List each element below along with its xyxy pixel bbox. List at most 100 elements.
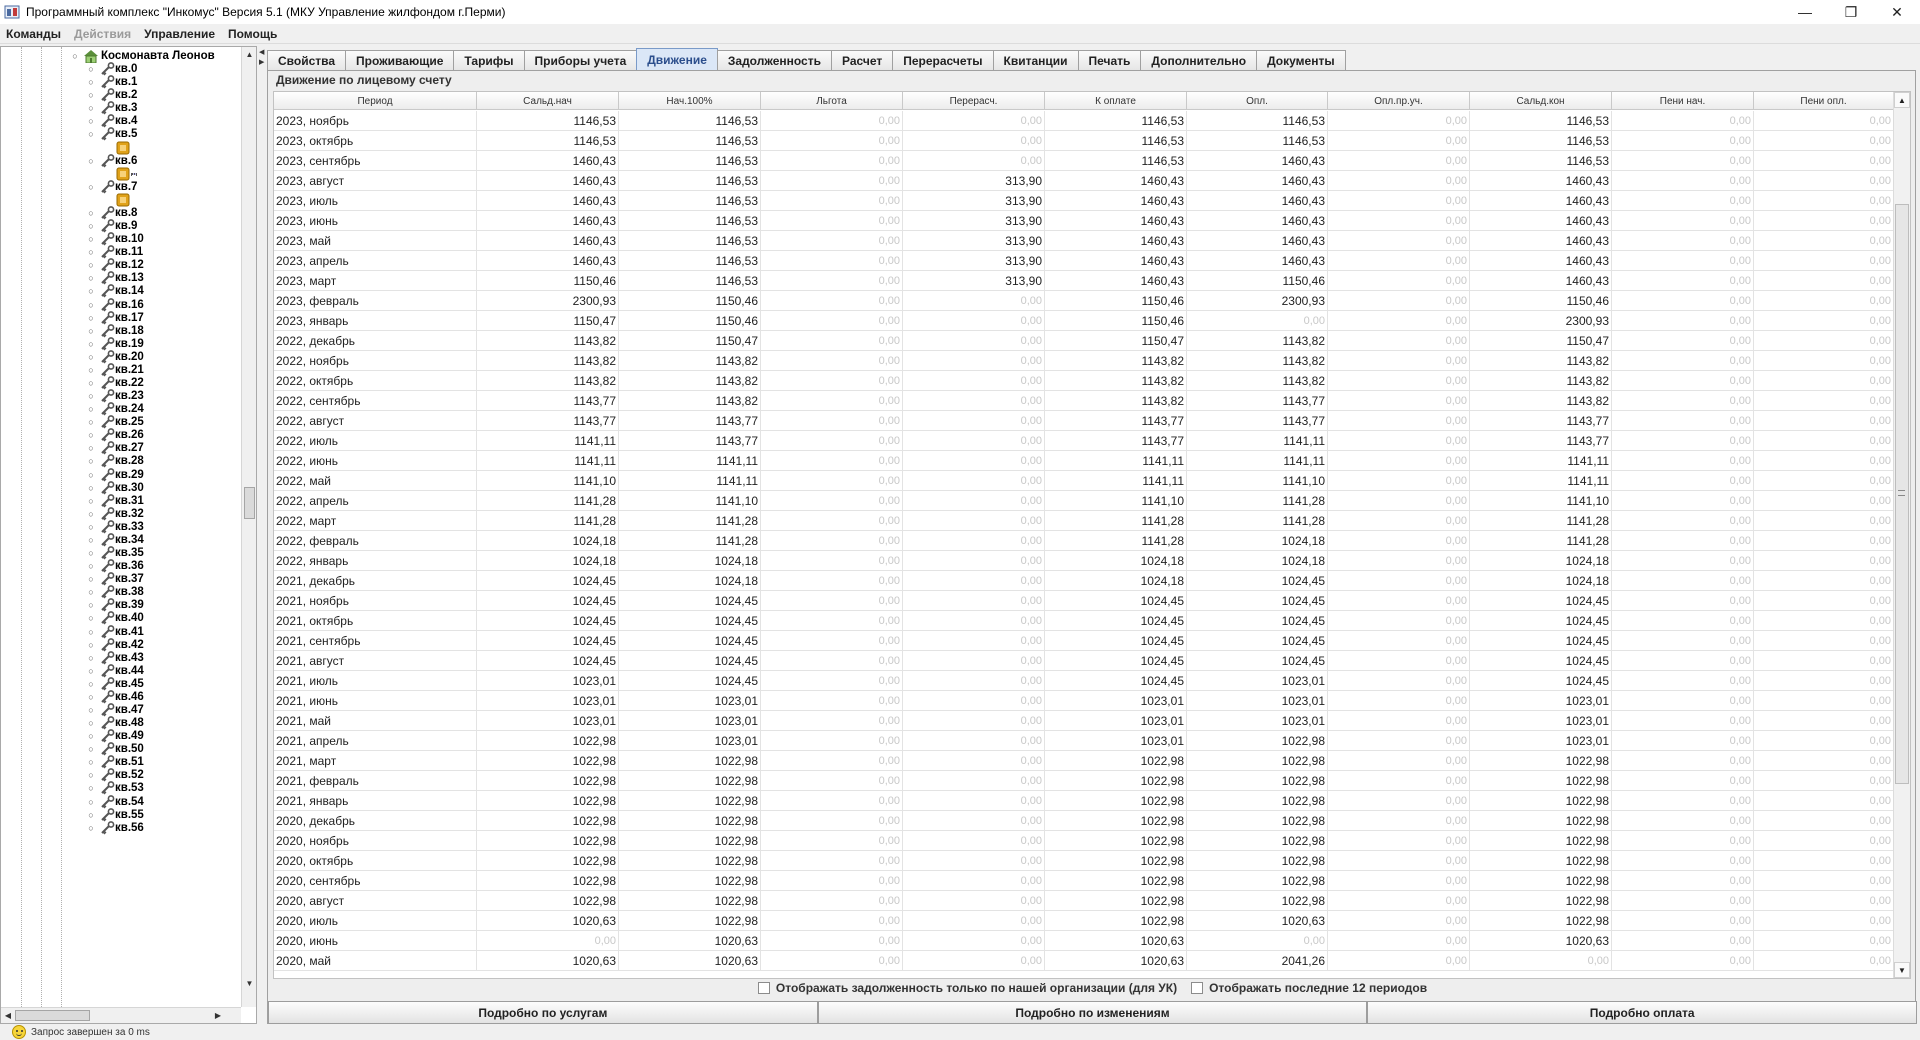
tree-item-apartment[interactable]: ○ кв.56 (1, 820, 241, 836)
table-row[interactable]: 2021, ноябрь 1024,45 1024,45 0,00 0,00 1024,4… (274, 591, 1894, 611)
scroll-thumb[interactable] (244, 487, 255, 519)
table-row[interactable]: 2022, август 1143,77 1143,77 0,00 0,00 1143,7… (274, 411, 1894, 431)
scroll-down-arrow-icon[interactable]: ▼ (1894, 962, 1910, 978)
tab-6[interactable]: Расчет (830, 50, 894, 70)
column-header[interactable]: Опл.пр.уч. (1328, 92, 1470, 110)
tab-7[interactable]: Перерасчеты (892, 50, 994, 70)
table-row[interactable]: 2022, ноябрь 1143,82 1143,82 0,00 0,00 1143,8… (274, 351, 1894, 371)
tab-2[interactable]: Тарифы (453, 50, 525, 70)
table-row[interactable]: 2022, июль 1141,11 1143,77 0,00 0,00 1143,77 1… (274, 431, 1894, 451)
scroll-right-arrow-icon[interactable]: ▶ (211, 1008, 225, 1023)
scroll-up-arrow-icon[interactable]: ▲ (242, 47, 256, 62)
tab-1[interactable]: Проживающие (345, 50, 455, 70)
table-row[interactable]: 2021, декабрь 1024,45 1024,18 0,00 0,00 1024,… (274, 571, 1894, 591)
column-header[interactable]: Сальд.кон (1470, 92, 1612, 110)
table-row[interactable]: 2021, июнь 1023,01 1023,01 0,00 0,00 1023,01 1… (274, 691, 1894, 711)
column-header[interactable]: К оплате (1045, 92, 1187, 110)
table-row[interactable]: 2020, июнь 0,00 1020,63 0,00 0,00 1020,63 0,00… (274, 931, 1894, 951)
table-row[interactable]: 2023, июнь 1460,43 1146,53 0,00 313,90 1460,4… (274, 211, 1894, 231)
tab-3[interactable]: Приборы учета (523, 50, 638, 70)
scroll-left-arrow-icon[interactable]: ◀ (1, 1008, 15, 1023)
column-header[interactable]: Пени опл. (1754, 92, 1894, 110)
scroll-thumb[interactable] (15, 1010, 90, 1021)
value-cell: 1143,77 (477, 391, 619, 411)
table-row[interactable]: 2022, июнь 1141,11 1141,11 0,00 0,00 1141,11 1… (274, 451, 1894, 471)
table-row[interactable]: 2023, ноябрь 1146,53 1146,53 0,00 0,00 1146,5… (274, 111, 1894, 131)
menu-help[interactable]: Помощь (228, 27, 284, 41)
table-row[interactable]: 2021, октябрь 1024,45 1024,45 0,00 0,00 1024,… (274, 611, 1894, 631)
tab-9[interactable]: Печать (1077, 50, 1142, 70)
table-row[interactable]: 2023, август 1460,43 1146,53 0,00 313,90 1460… (274, 171, 1894, 191)
column-header[interactable]: Пени нач. (1612, 92, 1754, 110)
close-button[interactable]: ✕ (1874, 0, 1920, 24)
table-row[interactable]: 2022, февраль 1024,18 1141,28 0,00 0,00 1141,… (274, 531, 1894, 551)
details-by-services-button[interactable]: Подробно по услугам (268, 1001, 818, 1024)
tab-4[interactable]: Движение (636, 48, 718, 70)
table-row[interactable]: 2021, май 1023,01 1023,01 0,00 0,00 1023,01 10… (274, 711, 1894, 731)
menu-management[interactable]: Управление (144, 27, 222, 41)
table-row[interactable]: 2023, октябрь 1146,53 1146,53 0,00 0,00 1146,… (274, 131, 1894, 151)
last-12-periods-checkbox[interactable]: Отображать последние 12 периодов (1191, 981, 1427, 995)
minimize-button[interactable]: — (1782, 0, 1828, 24)
table-row[interactable]: 2022, май 1141,10 1141,11 0,00 0,00 1141,11 11… (274, 471, 1894, 491)
table-row[interactable]: 2022, апрель 1141,28 1141,10 0,00 0,00 1141,1… (274, 491, 1894, 511)
tab-10[interactable]: Дополнительно (1140, 50, 1258, 70)
value-cell: 1020,63 (1045, 931, 1187, 951)
scroll-up-arrow-icon[interactable]: ▲ (1894, 92, 1910, 108)
table-row[interactable]: 2022, март 1141,28 1141,28 0,00 0,00 1141,28 1… (274, 511, 1894, 531)
own-org-debt-checkbox[interactable]: Отображать задолженность только по нашей… (757, 981, 1177, 995)
tab-11[interactable]: Документы (1256, 50, 1346, 70)
maximize-button[interactable]: ❐ (1828, 0, 1874, 24)
value-cell: 1141,11 (1470, 471, 1612, 491)
column-header[interactable]: Перерасч. (903, 92, 1045, 110)
table-row[interactable]: 2020, май 1020,63 1020,63 0,00 0,00 1020,63 20… (274, 951, 1894, 971)
table-row[interactable]: 2021, март 1022,98 1022,98 0,00 0,00 1022,98 1… (274, 751, 1894, 771)
table-vertical-scrollbar[interactable]: ▲ ▼ (1893, 92, 1910, 978)
table-row[interactable]: 2021, февраль 1022,98 1022,98 0,00 0,00 1022,… (274, 771, 1894, 791)
menu-commands[interactable]: Команды (6, 27, 68, 41)
table-row[interactable]: 2022, октябрь 1143,82 1143,82 0,00 0,00 1143,… (274, 371, 1894, 391)
tab-0[interactable]: Свойства (267, 50, 347, 70)
tab-5[interactable]: Задолженность (716, 50, 832, 70)
collapse-left-arrow-icon[interactable]: ◀ (259, 48, 265, 56)
table-row[interactable]: 2023, февраль 2300,93 1150,46 0,00 0,00 1150,… (274, 291, 1894, 311)
expand-right-arrow-icon[interactable]: ▶ (259, 58, 265, 66)
checkbox-icon[interactable] (757, 982, 770, 994)
table-row[interactable]: 2020, ноябрь 1022,98 1022,98 0,00 0,00 1022,9… (274, 831, 1894, 851)
table-row[interactable]: 2023, январь 1150,47 1150,46 0,00 0,00 1150,4… (274, 311, 1894, 331)
table-row[interactable]: 2023, май 1460,43 1146,53 0,00 313,90 1460,43… (274, 231, 1894, 251)
column-header[interactable]: Льгота (761, 92, 903, 110)
details-payment-button[interactable]: Подробно оплата (1367, 1001, 1918, 1024)
expand-handle-icon[interactable]: ○ (85, 822, 97, 834)
table-row[interactable]: 2022, сентябрь 1143,77 1143,82 0,00 0,00 1143… (274, 391, 1894, 411)
table-row[interactable]: 2021, август 1024,45 1024,45 0,00 0,00 1024,4… (274, 651, 1894, 671)
table-row[interactable]: 2020, декабрь 1022,98 1022,98 0,00 0,00 1022,… (274, 811, 1894, 831)
table-row[interactable]: 2023, сентябрь 1460,43 1146,53 0,00 0,00 1146… (274, 151, 1894, 171)
table-row[interactable]: 2020, сентябрь 1022,98 1022,98 0,00 0,00 1022… (274, 871, 1894, 891)
table-row[interactable]: 2021, июль 1023,01 1024,45 0,00 0,00 1024,45 1… (274, 671, 1894, 691)
table-row[interactable]: 2021, январь 1022,98 1022,98 0,00 0,00 1022,9… (274, 791, 1894, 811)
tab-8[interactable]: Квитанции (992, 50, 1079, 70)
account-tree[interactable]: ○ Космонавта Леонов ○ кв.0 ○ кв.1 ○ кв.2 ○ кв.3 ○ к… (1, 47, 241, 1007)
scroll-down-arrow-icon[interactable]: ▼ (242, 976, 256, 991)
tree-vertical-scrollbar[interactable]: ▲ ▼ (241, 47, 256, 1007)
table-row[interactable]: 2021, сентябрь 1024,45 1024,45 0,00 0,00 1024… (274, 631, 1894, 651)
panel-splitter[interactable]: ◀ ▶ (258, 46, 266, 1024)
tree-horizontal-scrollbar[interactable]: ◀ ▶ (1, 1007, 241, 1023)
table-row[interactable]: 2022, декабрь 1143,82 1150,47 0,00 0,00 1150,… (274, 331, 1894, 351)
checkbox-icon[interactable] (1191, 982, 1204, 994)
table-row[interactable]: 2020, июль 1020,63 1022,98 0,00 0,00 1022,98 1… (274, 911, 1894, 931)
table-row[interactable]: 2022, январь 1024,18 1024,18 0,00 0,00 1024,1… (274, 551, 1894, 571)
table-row[interactable]: 2021, апрель 1022,98 1023,01 0,00 0,00 1023,0… (274, 731, 1894, 751)
column-header[interactable]: Опл. (1187, 92, 1328, 110)
table-row[interactable]: 2023, апрель 1460,43 1146,53 0,00 313,90 1460… (274, 251, 1894, 271)
value-cell: 0,00 (761, 411, 903, 431)
table-row[interactable]: 2023, март 1150,46 1146,53 0,00 313,90 1460,4… (274, 271, 1894, 291)
table-row[interactable]: 2020, октябрь 1022,98 1022,98 0,00 0,00 1022,… (274, 851, 1894, 871)
column-header[interactable]: Период (274, 92, 477, 110)
column-header[interactable]: Сальд.нач (477, 92, 619, 110)
table-row[interactable]: 2020, август 1022,98 1022,98 0,00 0,00 1022,9… (274, 891, 1894, 911)
details-by-changes-button[interactable]: Подробно по изменениям (817, 1001, 1368, 1024)
table-row[interactable]: 2023, июль 1460,43 1146,53 0,00 313,90 1460,4… (274, 191, 1894, 211)
column-header[interactable]: Нач.100% (619, 92, 761, 110)
